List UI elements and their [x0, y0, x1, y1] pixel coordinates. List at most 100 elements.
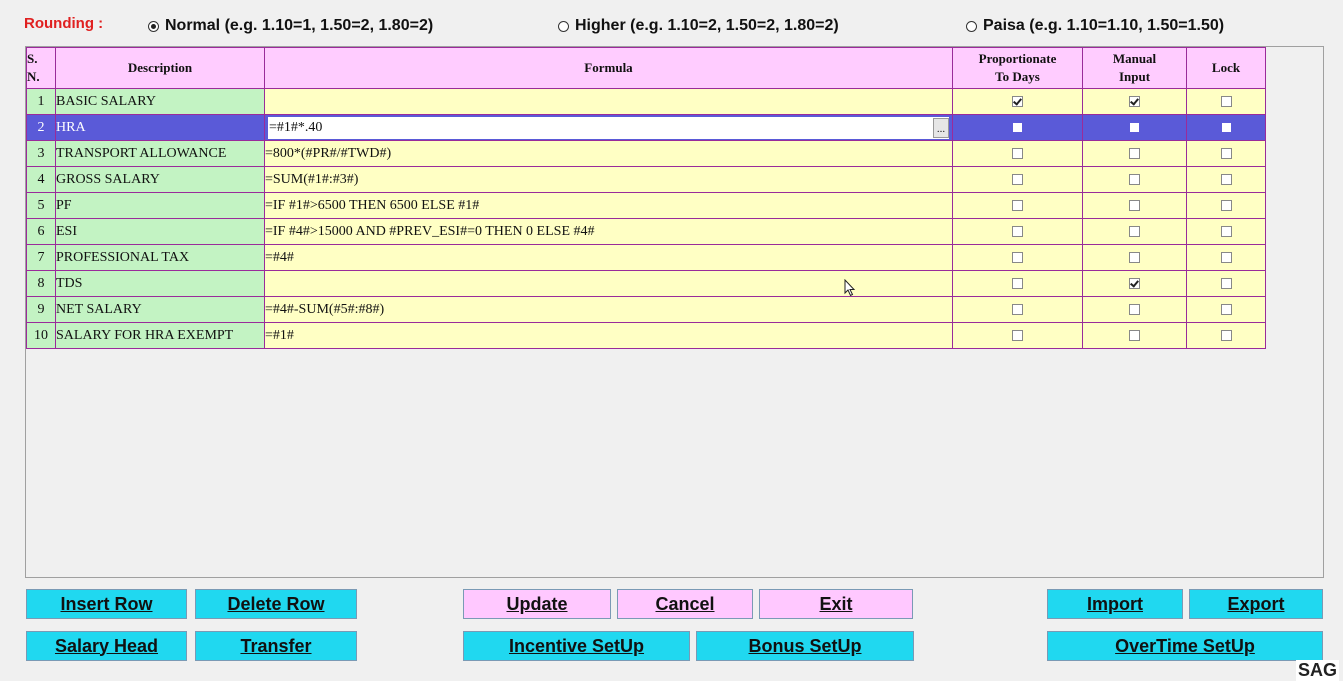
manual-cell	[1082, 166, 1187, 193]
rounding-bar: Rounding : Normal (e.g. 1.10=1, 1.50=2, …	[0, 0, 1343, 44]
description-cell[interactable]: GROSS SALARY	[55, 166, 265, 193]
manual-checkbox[interactable]	[1129, 329, 1140, 341]
proportionate-checkbox[interactable]	[1013, 122, 1022, 132]
formula-cell[interactable]: =#4#	[264, 244, 953, 271]
proportionate-checkbox[interactable]	[1012, 95, 1023, 107]
manual-checkbox[interactable]	[1129, 147, 1140, 159]
import-button[interactable]: Import	[1047, 589, 1183, 619]
proportionate-checkbox[interactable]	[1012, 199, 1023, 211]
lock-checkbox[interactable]	[1221, 122, 1231, 132]
manual-cell	[1082, 218, 1187, 245]
description-cell[interactable]: PROFESSIONAL TAX	[55, 244, 265, 271]
proportionate-cell	[952, 270, 1083, 297]
manual-cell	[1082, 114, 1187, 141]
transfer-button[interactable]: Transfer	[195, 631, 357, 661]
rounding-paisa-radio[interactable]: Paisa (e.g. 1.10=1.10, 1.50=1.50)	[966, 17, 1224, 35]
rounding-higher-label: Higher (e.g. 1.10=2, 1.50=2, 1.80=2)	[575, 17, 839, 34]
formula-cell[interactable]	[264, 88, 953, 115]
table-row[interactable]: 6 ESI =IF #4#>15000 AND #PREV_ESI#=0 THEN …	[26, 218, 1266, 245]
description-cell[interactable]: NET SALARY	[55, 296, 265, 323]
lock-checkbox[interactable]	[1220, 251, 1232, 263]
formula-cell[interactable]: =#4#-SUM(#5#:#8#)	[264, 296, 953, 323]
header-proportionate: Proportionate To Days	[952, 47, 1083, 89]
table-row[interactable]: 1 BASIC SALARY	[26, 88, 1266, 115]
rounding-higher-radio[interactable]: Higher (e.g. 1.10=2, 1.50=2, 1.80=2)	[558, 17, 839, 35]
proportionate-cell	[952, 322, 1083, 349]
bonus-setup-button[interactable]: Bonus SetUp	[696, 631, 914, 661]
manual-checkbox[interactable]	[1129, 303, 1140, 315]
table-row[interactable]: 3 TRANSPORT ALLOWANCE =800*(#PR#/#TWD#)	[26, 140, 1266, 167]
manual-checkbox[interactable]	[1129, 95, 1140, 107]
header-formula: Formula	[264, 47, 953, 89]
overtime-setup-button[interactable]: OverTime SetUp	[1047, 631, 1323, 661]
proportionate-cell	[952, 166, 1083, 193]
header-manual-input: Manual Input	[1082, 47, 1187, 89]
delete-row-button[interactable]: Delete Row	[195, 589, 357, 619]
table-row[interactable]: 9 NET SALARY =#4#-SUM(#5#:#8#)	[26, 296, 1266, 323]
row-number: 7	[26, 244, 56, 271]
manual-checkbox[interactable]	[1129, 173, 1140, 185]
description-cell[interactable]: TDS	[55, 270, 265, 297]
proportionate-checkbox[interactable]	[1012, 147, 1023, 159]
radio-unselected-icon	[558, 20, 569, 32]
table-row[interactable]: 4 GROSS SALARY =SUM(#1#:#3#)	[26, 166, 1266, 193]
lock-checkbox[interactable]	[1220, 95, 1232, 107]
description-cell[interactable]: ESI	[55, 218, 265, 245]
table-row[interactable]: 5 PF =IF #1#>6500 THEN 6500 ELSE #1#	[26, 192, 1266, 219]
proportionate-checkbox[interactable]	[1012, 303, 1023, 315]
radio-unselected-icon	[966, 20, 977, 32]
lock-checkbox[interactable]	[1220, 303, 1232, 315]
description-cell[interactable]: BASIC SALARY	[55, 88, 265, 115]
proportionate-checkbox[interactable]	[1012, 329, 1023, 341]
formula-cell[interactable]: =IF #4#>15000 AND #PREV_ESI#=0 THEN 0 EL…	[264, 218, 953, 245]
manual-checkbox[interactable]	[1129, 277, 1140, 289]
exit-button[interactable]: Exit	[759, 589, 913, 619]
description-cell[interactable]: PF	[55, 192, 265, 219]
lock-checkbox[interactable]	[1220, 329, 1232, 341]
lock-cell	[1186, 322, 1266, 349]
cancel-button[interactable]: Cancel	[617, 589, 753, 619]
table-row[interactable]: 10 SALARY FOR HRA EXEMPT =#1#	[26, 322, 1266, 349]
formula-cell[interactable]: =SUM(#1#:#3#)	[264, 166, 953, 193]
formula-ellipsis-button[interactable]: ...	[933, 117, 949, 138]
description-cell[interactable]: HRA	[55, 114, 265, 141]
rounding-paisa-label: Paisa (e.g. 1.10=1.10, 1.50=1.50)	[983, 17, 1225, 34]
manual-cell	[1082, 140, 1187, 167]
manual-cell	[1082, 88, 1187, 115]
description-cell[interactable]: TRANSPORT ALLOWANCE	[55, 140, 265, 167]
formula-cell[interactable]: =#1#	[264, 322, 953, 349]
table-row[interactable]: 7 PROFESSIONAL TAX =#4#	[26, 244, 1266, 271]
manual-cell	[1082, 244, 1187, 271]
lock-checkbox[interactable]	[1220, 173, 1232, 185]
formula-cell[interactable]: =IF #1#>6500 THEN 6500 ELSE #1#	[264, 192, 953, 219]
proportionate-checkbox[interactable]	[1012, 173, 1023, 185]
manual-checkbox[interactable]	[1130, 122, 1139, 132]
proportionate-cell	[952, 192, 1083, 219]
description-cell[interactable]: SALARY FOR HRA EXEMPT	[55, 322, 265, 349]
formula-cell[interactable]: =800*(#PR#/#TWD#)	[264, 140, 953, 167]
salary-grid: S. N. Description Formula Proportionate To…	[26, 47, 1266, 349]
incentive-setup-button[interactable]: Incentive SetUp	[463, 631, 690, 661]
table-row[interactable]: 2 HRA =#1#*.40...	[26, 114, 1266, 141]
update-button[interactable]: Update	[463, 589, 611, 619]
sag-watermark: SAG	[1295, 660, 1339, 681]
proportionate-checkbox[interactable]	[1012, 251, 1023, 263]
lock-checkbox[interactable]	[1220, 225, 1232, 237]
export-button[interactable]: Export	[1189, 589, 1323, 619]
lock-checkbox[interactable]	[1220, 147, 1232, 159]
formula-edit-cell[interactable]: =#1#*.40...	[264, 114, 953, 141]
salary-head-button[interactable]: Salary Head	[26, 631, 187, 661]
manual-checkbox[interactable]	[1129, 251, 1140, 263]
rounding-normal-radio[interactable]: Normal (e.g. 1.10=1, 1.50=2, 1.80=2)	[148, 17, 433, 35]
lock-checkbox[interactable]	[1220, 277, 1232, 289]
manual-checkbox[interactable]	[1129, 225, 1140, 237]
proportionate-checkbox[interactable]	[1012, 225, 1023, 237]
lock-checkbox[interactable]	[1220, 199, 1232, 211]
formula-input[interactable]: =#1#*.40...	[267, 115, 950, 140]
table-row[interactable]: 8 TDS	[26, 270, 1266, 297]
row-number: 1	[26, 88, 56, 115]
proportionate-checkbox[interactable]	[1012, 277, 1023, 289]
manual-cell	[1082, 270, 1187, 297]
insert-row-button[interactable]: Insert Row	[26, 589, 187, 619]
manual-checkbox[interactable]	[1129, 199, 1140, 211]
